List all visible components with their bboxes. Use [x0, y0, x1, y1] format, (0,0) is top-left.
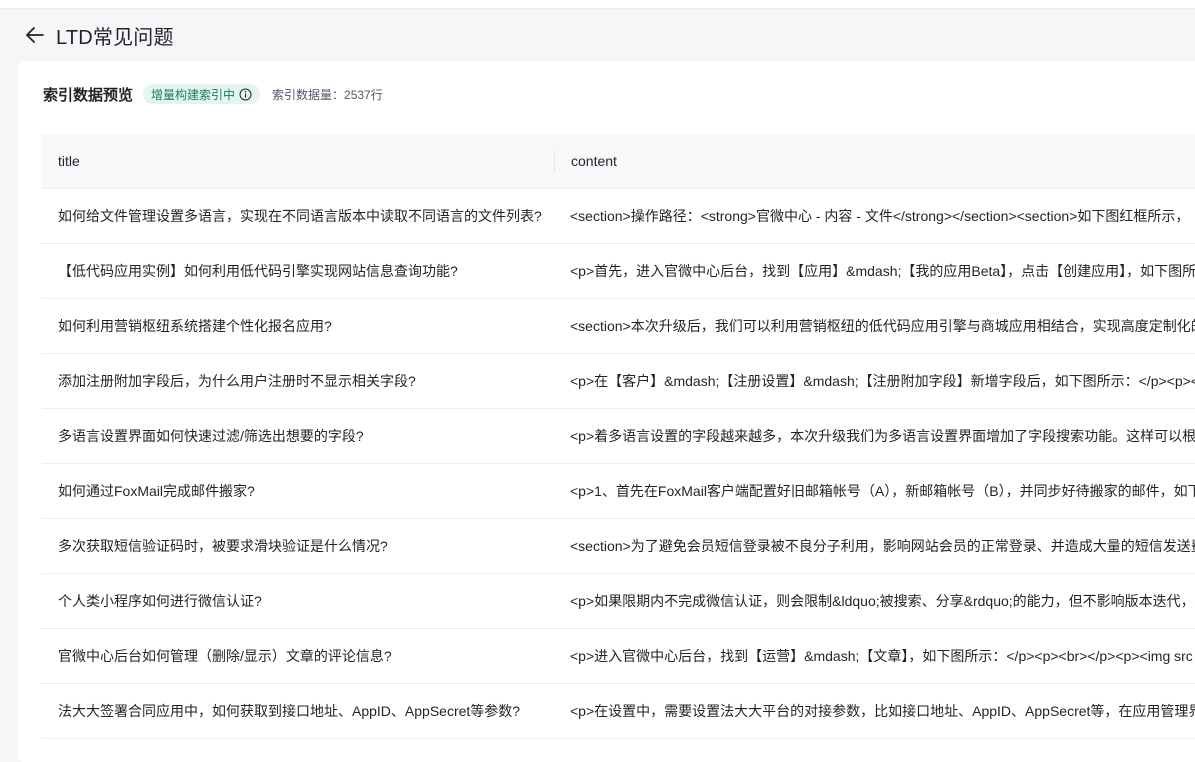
- cell-title: 添加注册附加字段后，为什么用户注册时不显示相关字段?: [58, 373, 416, 389]
- cell-title: 法大大签署合同应用中，如何获取到接口地址、AppID、AppSecret等参数?: [58, 703, 521, 719]
- status-badge: 增量构建索引中: [143, 84, 261, 104]
- cell-title: 【低代码应用实例】如何利用低代码引擎实现网站信息查询功能?: [58, 263, 458, 279]
- cell-content: <p>在【客户】&mdash;【注册设置】&mdash;【注册附加字段】新增字段…: [570, 373, 1195, 389]
- row-count: 索引数据量：2537行: [272, 87, 383, 102]
- cell-content: <p>如果限期内不完成微信认证，则会限制&ldquo;被搜索、分享&rdquo;…: [570, 593, 1195, 609]
- table-row: 法大大签署合同应用中，如何获取到接口地址、AppID、AppSecret等参数?…: [42, 684, 1195, 739]
- status-badge-label: 增量构建索引中: [151, 87, 236, 102]
- cell-content: <p>1、首先在FoxMail客户端配置好旧邮箱帐号（A），新邮箱帐号（B），并…: [570, 483, 1195, 499]
- cell-title: 个人类小程序如何进行微信认证?: [58, 593, 262, 609]
- cell-title: 多语言设置界面如何快速过滤/筛选出想要的字段?: [58, 428, 364, 444]
- arrow-left-icon: [26, 27, 44, 43]
- table-row: 如何通过FoxMail完成邮件搬家? <p>1、首先在FoxMail客户端配置好…: [42, 464, 1195, 519]
- cell-content: <section>为了避免会员短信登录被不良分子利用，影响网站会员的正常登录、并…: [570, 538, 1195, 554]
- table-row: 【低代码应用实例】如何利用低代码引擎实现网站信息查询功能? <p>首先，进入官微…: [42, 244, 1195, 299]
- cell-content: <section>操作路径：<strong>官微中心 - 内容 - 文件</st…: [570, 208, 1190, 224]
- table-header: title content: [42, 134, 1195, 189]
- cell-title: 如何给文件管理设置多语言，实现在不同语言版本中读取不同语言的文件列表?: [58, 208, 542, 224]
- table-row: 如何给文件管理设置多语言，实现在不同语言版本中读取不同语言的文件列表? <sec…: [42, 189, 1195, 244]
- table-row: 多语言设置界面如何快速过滤/筛选出想要的字段? <p>着多语言设置的字段越来越多…: [42, 409, 1195, 464]
- column-header-content: content: [571, 153, 617, 169]
- preview-title: 索引数据预览: [43, 86, 134, 104]
- table-row: 多次获取短信验证码时，被要求滑块验证是什么情况? <section>为了避免会员…: [42, 519, 1195, 574]
- cell-content: <p>进入官微中心后台，找到【运营】&mdash;【文章】，如下图所示：</p>…: [570, 648, 1193, 664]
- top-strip: [0, 0, 1195, 9]
- cell-title: 如何通过FoxMail完成邮件搬家?: [58, 483, 255, 499]
- cell-title: 如何利用营销枢纽系统搭建个性化报名应用?: [58, 318, 332, 334]
- cell-content: <section>本次升级后，我们可以利用营销枢纽的低代码应用引擎与商城应用相结…: [570, 318, 1195, 334]
- cell-title: 官微中心后台如何管理（删除/显示）文章的评论信息?: [58, 648, 392, 664]
- table-row: 个人类小程序如何进行微信认证? <p>如果限期内不完成微信认证，则会限制&ldq…: [42, 574, 1195, 629]
- preview-bar: 索引数据预览 增量构建索引中 索引数据量：2537行: [43, 82, 383, 106]
- table-row: 官微中心后台如何管理（删除/显示）文章的评论信息? <p>进入官微中心后台，找到…: [42, 629, 1195, 684]
- back-button[interactable]: [20, 20, 50, 50]
- cell-content: <p>首先，进入官微中心后台，找到【应用】&mdash;【我的应用Beta】，点…: [570, 263, 1195, 279]
- table-row: 如何利用营销枢纽系统搭建个性化报名应用? <section>本次升级后，我们可以…: [42, 299, 1195, 354]
- info-icon[interactable]: [239, 88, 252, 101]
- cell-content: <p>在设置中，需要设置法大大平台的对接参数，比如接口地址、AppID、AppS…: [570, 703, 1195, 719]
- cell-content: <p>着多语言设置的字段越来越多，本次升级我们为多语言设置界面增加了字段搜索功能…: [570, 428, 1195, 444]
- table-row: 添加注册附加字段后，为什么用户注册时不显示相关字段? <p>在【客户】&mdas…: [42, 354, 1195, 409]
- page-title: LTD常见问题: [56, 26, 174, 49]
- page-header: LTD常见问题: [0, 9, 1195, 61]
- column-header-title: title: [58, 153, 80, 169]
- data-table: title content 如何给文件管理设置多语言，实现在不同语言版本中读取不…: [42, 134, 1195, 739]
- index-preview-card: 索引数据预览 增量构建索引中 索引数据量：2537行 title content…: [18, 62, 1195, 762]
- cell-title: 多次获取短信验证码时，被要求滑块验证是什么情况?: [58, 538, 388, 554]
